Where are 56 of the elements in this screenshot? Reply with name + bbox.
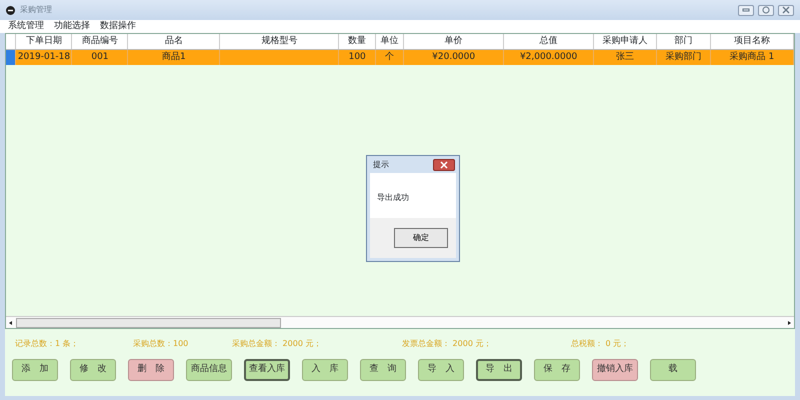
action-button[interactable]: 查看入库	[244, 359, 290, 381]
summary-text: 采购总数：100	[133, 338, 190, 350]
column-header[interactable]: 单位	[376, 34, 404, 49]
summary-text: 发票总金额： 2000 元；	[402, 338, 492, 350]
window-title: 采购管理	[20, 4, 52, 16]
action-button[interactable]: 修 改	[70, 359, 116, 381]
action-button[interactable]: 入 库	[302, 359, 348, 381]
action-button[interactable]: 添 加	[12, 359, 58, 381]
action-button[interactable]: 删 除	[128, 359, 174, 381]
dialog-title: 提示	[373, 158, 389, 170]
action-button[interactable]: 载	[650, 359, 696, 381]
close-button[interactable]	[433, 158, 455, 170]
minimize-button[interactable]	[738, 4, 754, 16]
menu-item[interactable]: 数据操作	[100, 20, 136, 34]
table-cell: 2019-01-18	[16, 49, 72, 65]
app-icon	[6, 6, 15, 14]
column-header[interactable]: 品名	[128, 34, 220, 49]
column-header[interactable]: 部门	[656, 34, 710, 49]
table-cell: ¥20.0000	[404, 49, 504, 65]
column-header[interactable]: 单价	[404, 34, 504, 49]
table-cell: ¥2,000.0000	[504, 49, 594, 65]
column-header[interactable]: 下单日期	[16, 34, 72, 49]
minimize-icon	[742, 8, 750, 12]
maximize-button[interactable]	[758, 4, 774, 16]
summary-text: 采购总金额： 2000 元；	[232, 338, 322, 350]
action-button[interactable]: 商品信息	[186, 359, 232, 381]
column-header[interactable]: 采购申请人	[594, 34, 657, 49]
table-cell: 采购商品 1	[710, 49, 794, 65]
row-selector[interactable]	[6, 49, 16, 65]
action-button[interactable]: 导 入	[418, 359, 464, 381]
column-header[interactable]: 项目名称	[710, 34, 794, 49]
maximize-icon	[762, 6, 770, 14]
table-cell: 采购部门	[656, 49, 710, 65]
close-button[interactable]	[778, 4, 794, 16]
column-header[interactable]: 总值	[504, 34, 594, 49]
table-cell: 商品1	[128, 49, 220, 65]
table-cell: 100	[338, 49, 376, 65]
table-cell: 张三	[594, 49, 657, 65]
ok-button[interactable]: 确定	[394, 228, 448, 248]
table-cell: 001	[72, 49, 128, 65]
action-button[interactable]: 查 询	[360, 359, 406, 381]
summary-text: 记录总数：1 条；	[15, 338, 80, 350]
column-header[interactable]: 数量	[338, 34, 376, 49]
action-button[interactable]: 撤销入库	[592, 359, 638, 381]
action-button[interactable]: 保 存	[534, 359, 580, 381]
close-icon	[782, 6, 790, 14]
menu-item[interactable]: 功能选择	[54, 20, 90, 34]
menu-item[interactable]: 系统管理	[8, 20, 44, 34]
column-header[interactable]: 规格型号	[220, 34, 339, 49]
dialog-message: 导出成功	[377, 193, 409, 202]
table-cell: 个	[376, 49, 404, 65]
summary-text: 总税额： 0 元；	[571, 338, 630, 350]
action-button[interactable]: 导 出	[476, 359, 522, 381]
column-header[interactable]: 商品编号	[72, 34, 128, 49]
scrollbar-thumb[interactable]	[16, 318, 281, 328]
close-icon	[440, 160, 448, 169]
